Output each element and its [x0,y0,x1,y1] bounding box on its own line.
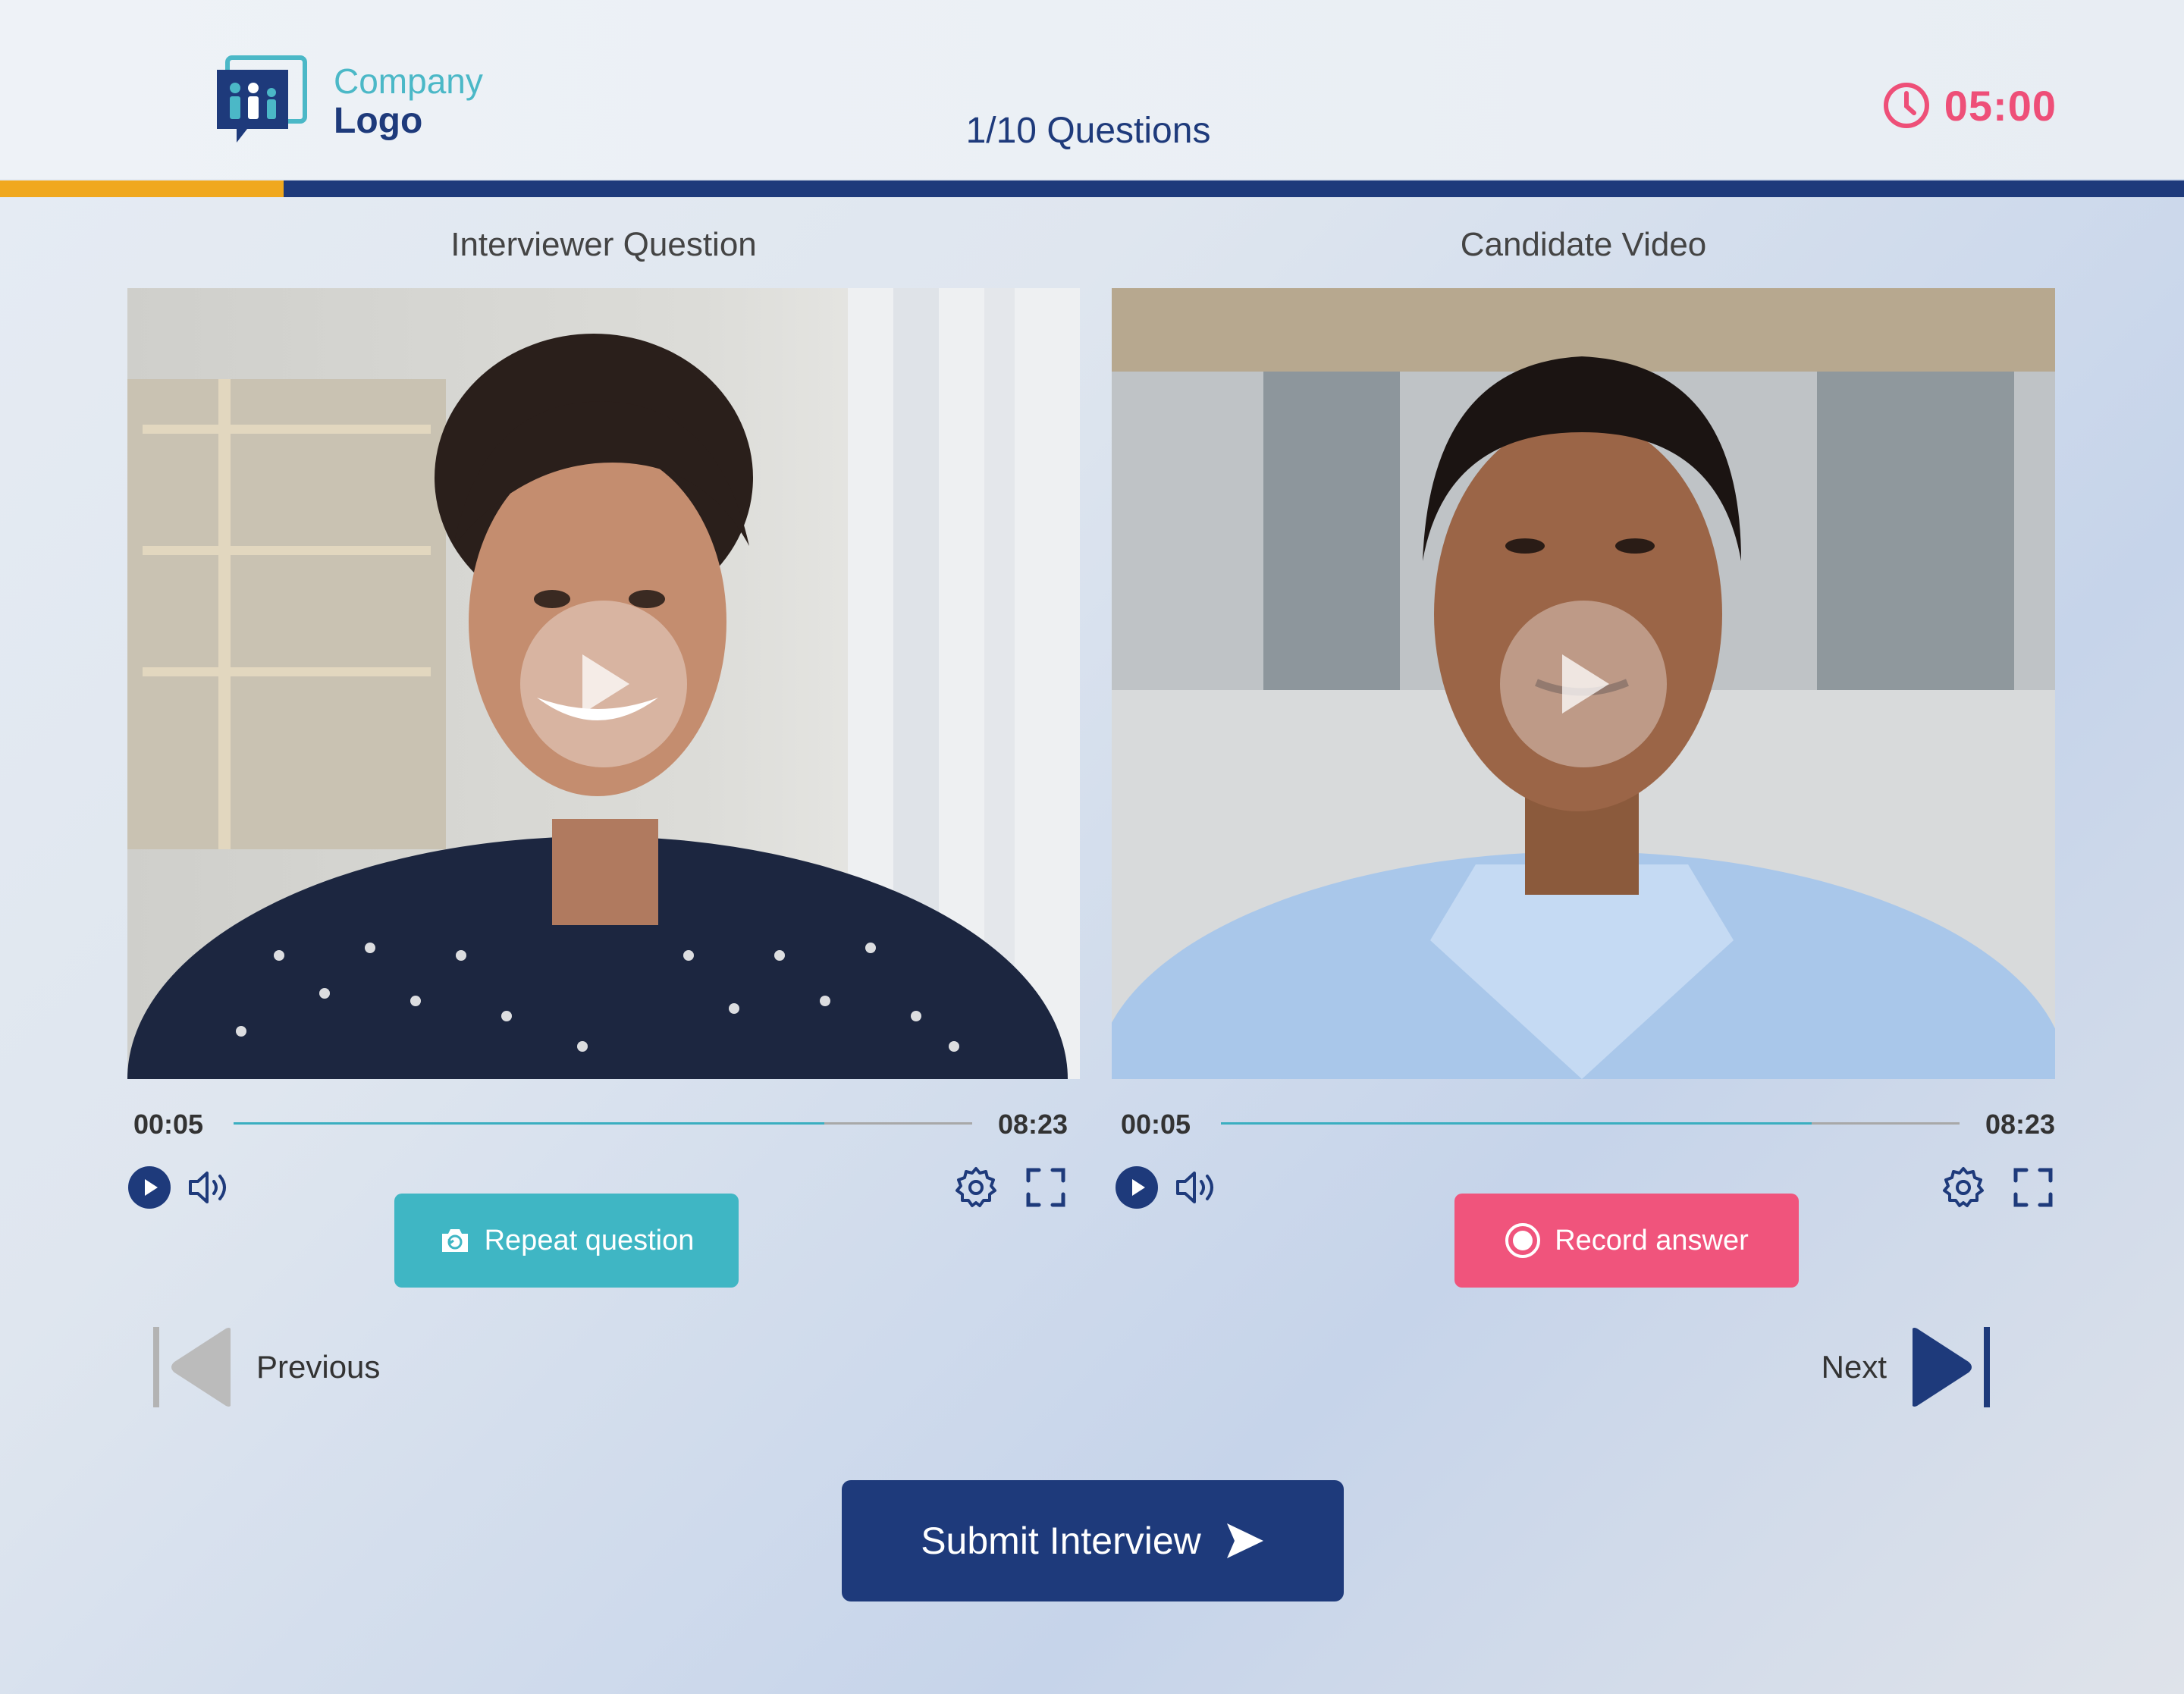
volume-icon [189,1172,226,1203]
interviewer-current-time: 00:05 [133,1109,204,1140]
next-label: Next [1821,1349,1887,1385]
timer-value: 05:00 [1944,81,2057,130]
play-icon [582,654,629,714]
submit-interview-label: Submit Interview [921,1520,1201,1562]
interviewer-duration: 08:23 [998,1109,1068,1140]
camera-rotate-icon [441,1229,468,1252]
play-circle-icon [128,1166,171,1209]
logo-icon [217,55,307,143]
logo-text-company: Company [334,61,483,101]
previous-question-button[interactable]: Previous [153,1325,380,1409]
interview-progress-bar [0,180,2184,197]
clock-icon [1883,83,1929,128]
record-icon [1505,1223,1541,1258]
interview-progress-fill [0,180,284,197]
candidate-play-button[interactable] [1113,1164,1160,1211]
candidate-seek-progress [1221,1122,1812,1125]
interviewer-settings-button[interactable] [952,1164,999,1211]
interviewer-volume-button[interactable] [187,1164,234,1211]
skip-previous-icon [153,1327,231,1407]
interviewer-play-button[interactable] [126,1164,173,1211]
countdown-timer: 05:00 [1882,79,2057,132]
interviewer-panel-title: Interviewer Question [450,226,757,263]
interviewer-seek-bar[interactable] [234,1122,972,1125]
candidate-settings-button[interactable] [1940,1164,1987,1211]
submit-interview-button[interactable]: Submit Interview [842,1480,1344,1601]
previous-label: Previous [256,1349,381,1385]
send-arrow-icon [1226,1523,1263,1558]
play-icon [1562,654,1609,714]
gear-icon [1943,1167,1984,1207]
question-counter: 1/10 Questions [965,111,1211,151]
candidate-duration: 08:23 [1985,1109,2056,1140]
skip-next-icon [1913,1327,1990,1407]
record-answer-button[interactable]: Record answer [1454,1194,1799,1288]
candidate-current-time: 00:05 [1121,1109,1191,1140]
interviewer-seek-progress [234,1122,825,1125]
company-logo[interactable]: Company Logo [214,53,502,152]
interviewer-fullscreen-button[interactable] [1022,1164,1069,1211]
candidate-volume-button[interactable] [1174,1164,1221,1211]
header: Company Logo 1/10 Questions 05:00 [0,0,2184,179]
next-question-button[interactable]: Next [1822,1325,1990,1409]
interviewer-play-overlay-button[interactable] [520,600,687,767]
fullscreen-icon [1026,1168,1065,1207]
fullscreen-icon [2013,1168,2053,1207]
candidate-panel-title: Candidate Video [1460,226,1707,263]
play-circle-icon [1116,1166,1158,1209]
logo-text-logo: Logo [334,101,423,141]
record-answer-label: Record answer [1555,1224,1749,1256]
candidate-fullscreen-button[interactable] [2010,1164,2057,1211]
volume-icon [1176,1172,1213,1203]
repeat-question-label: Repeat question [484,1224,695,1256]
interviewer-video[interactable] [127,288,1080,1079]
gear-icon [956,1167,996,1207]
candidate-video[interactable] [1112,288,2055,1079]
repeat-question-button[interactable]: Repeat question [394,1194,739,1288]
candidate-play-overlay-button[interactable] [1500,600,1667,767]
candidate-seek-bar[interactable] [1221,1122,1960,1125]
